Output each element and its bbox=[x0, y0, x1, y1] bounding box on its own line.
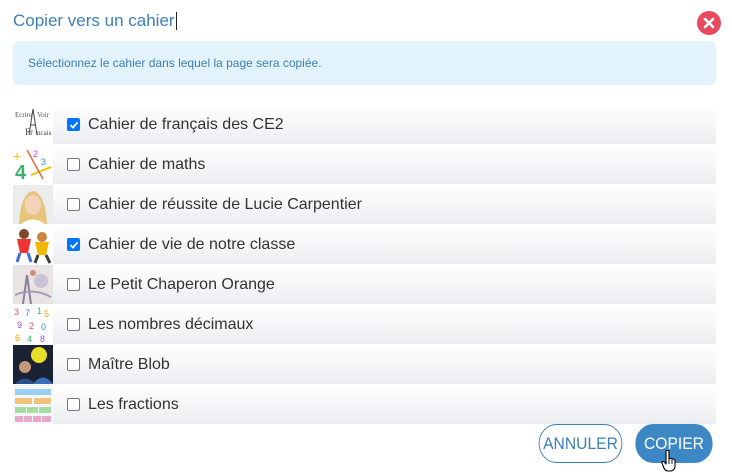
checkmark-icon bbox=[69, 241, 78, 249]
svg-text:4: 4 bbox=[15, 162, 27, 184]
notebook-row[interactable]: Le Petit Chaperon Orange bbox=[13, 265, 716, 304]
svg-text:2: 2 bbox=[33, 149, 38, 159]
svg-text:Voir: Voir bbox=[37, 111, 50, 119]
notebook-label: Cahier de maths bbox=[88, 155, 206, 173]
svg-text:3: 3 bbox=[14, 307, 19, 317]
svg-text:4: 4 bbox=[27, 334, 32, 344]
portrait-thumbnail bbox=[13, 185, 53, 224]
blob-thumbnail bbox=[13, 345, 53, 384]
svg-text:Fr: Fr bbox=[25, 127, 33, 137]
text-caret bbox=[175, 12, 177, 30]
maths-thumbnail: + 4 2 3 bbox=[13, 145, 53, 184]
notebook-checkbox[interactable] bbox=[67, 398, 80, 411]
info-banner: Sélectionnez le cahier dans lequel la pa… bbox=[13, 41, 716, 85]
notebook-checkbox[interactable] bbox=[67, 278, 80, 291]
svg-text:Ecrire: Ecrire bbox=[15, 111, 32, 119]
close-button[interactable] bbox=[697, 11, 721, 35]
numbers-thumbnail: 3 7 1 5 9 2 0 6 4 8 bbox=[13, 305, 53, 344]
svg-text:5: 5 bbox=[44, 309, 49, 319]
notebook-row[interactable]: Cahier de vie de notre classe bbox=[13, 225, 716, 264]
notebook-label: Maître Blob bbox=[88, 355, 170, 373]
notebook-label: Les fractions bbox=[88, 395, 179, 413]
checkmark-icon bbox=[69, 121, 78, 129]
notebook-row[interactable]: Les fractions bbox=[13, 385, 716, 424]
notebook-row[interactable]: Cahier de réussite de Lucie Carpentier bbox=[13, 185, 716, 224]
svg-text:2: 2 bbox=[29, 321, 34, 331]
notebook-checkbox[interactable] bbox=[67, 358, 80, 371]
svg-text:6: 6 bbox=[15, 333, 20, 343]
svg-text:ncais: ncais bbox=[37, 129, 52, 137]
info-text: Sélectionnez le cahier dans lequel la pa… bbox=[28, 56, 322, 70]
hand-pointer-icon bbox=[661, 450, 676, 472]
illustration-thumbnail bbox=[13, 265, 53, 304]
notebook-list: Ecrire Voir Fr ncais Cahier de français … bbox=[13, 105, 716, 425]
svg-text:1: 1 bbox=[37, 306, 42, 316]
svg-text:0: 0 bbox=[41, 322, 46, 332]
svg-text:9: 9 bbox=[17, 320, 22, 330]
notebook-checkbox[interactable] bbox=[67, 198, 80, 211]
notebook-label: Cahier de français des CE2 bbox=[88, 115, 284, 133]
close-icon bbox=[703, 17, 715, 29]
children-thumbnail bbox=[13, 225, 53, 264]
notebook-row[interactable]: Maître Blob bbox=[13, 345, 716, 384]
notebook-checkbox[interactable] bbox=[67, 238, 80, 251]
svg-text:8: 8 bbox=[40, 334, 45, 344]
notebook-checkbox[interactable] bbox=[67, 318, 80, 331]
notebook-checkbox[interactable] bbox=[67, 118, 80, 131]
svg-text:7: 7 bbox=[25, 308, 30, 318]
notebook-checkbox[interactable] bbox=[67, 158, 80, 171]
notebook-label: Le Petit Chaperon Orange bbox=[88, 275, 275, 293]
cancel-button[interactable]: ANNULER bbox=[538, 424, 623, 463]
fractions-thumbnail bbox=[13, 385, 53, 424]
francais-thumbnail: Ecrire Voir Fr ncais bbox=[13, 105, 53, 144]
notebook-row[interactable]: + 4 2 3 Cahier de maths bbox=[13, 145, 716, 184]
dialog-title: Copier vers un cahier bbox=[13, 11, 177, 31]
notebook-label: Cahier de vie de notre classe bbox=[88, 235, 296, 253]
notebook-label: Les nombres décimaux bbox=[88, 315, 254, 333]
notebook-label: Cahier de réussite de Lucie Carpentier bbox=[88, 195, 362, 213]
svg-text:3: 3 bbox=[41, 157, 46, 167]
notebook-row[interactable]: 3 7 1 5 9 2 0 6 4 8 Les nombres décimaux bbox=[13, 305, 716, 344]
notebook-row[interactable]: Ecrire Voir Fr ncais Cahier de français … bbox=[13, 105, 716, 144]
dialog-title-text: Copier vers un cahier bbox=[13, 11, 175, 30]
